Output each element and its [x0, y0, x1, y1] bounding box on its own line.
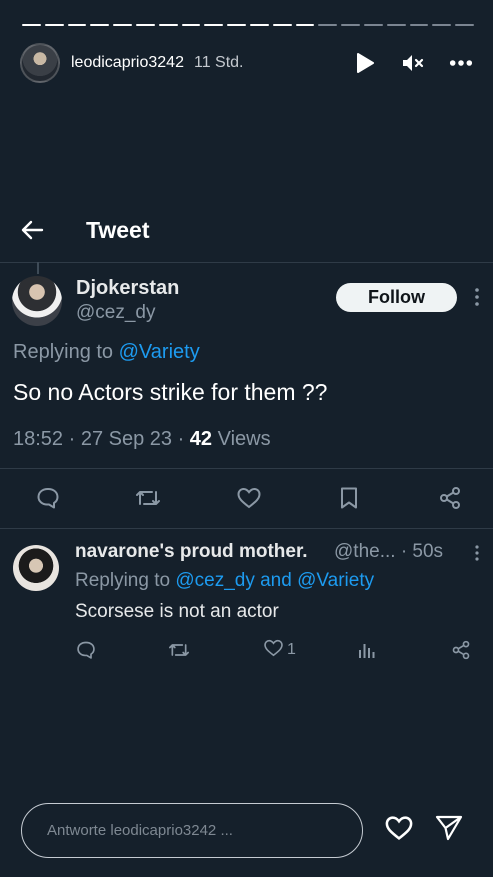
- reply-author-avatar[interactable]: [13, 545, 59, 591]
- reply-like-button[interactable]: 1: [263, 639, 296, 661]
- send-icon[interactable]: [433, 812, 465, 844]
- progress-segment: [67, 24, 87, 26]
- mute-icon[interactable]: [401, 51, 425, 75]
- reply-replying-prefix: Replying to: [75, 570, 171, 591]
- story-username[interactable]: leodicaprio3242: [71, 54, 184, 72]
- reply-replying-to: Replying to @cez_dy and @Variety: [75, 570, 374, 592]
- reply-share-icon[interactable]: [451, 639, 471, 661]
- bookmark-icon[interactable]: [335, 484, 363, 512]
- progress-segment: [455, 24, 474, 26]
- reply-reply-icon[interactable]: [76, 639, 96, 661]
- reply-text: Scorsese is not an actor: [75, 601, 279, 622]
- back-arrow-icon[interactable]: [20, 217, 46, 243]
- progress-segment: [272, 24, 292, 26]
- tweet-timestamp[interactable]: 18:52 · 27 Sep 23 ·: [13, 428, 190, 450]
- reply-replying-to-links[interactable]: @cez_dy and @Variety: [175, 570, 374, 591]
- story-timestamp: 11 Std.: [193, 54, 244, 71]
- reply-author-handle[interactable]: @the... · 50s: [334, 541, 443, 563]
- progress-segment: [318, 24, 338, 26]
- share-icon[interactable]: [436, 484, 464, 512]
- tweet-actions: [0, 484, 493, 514]
- author-name[interactable]: Djokerstan: [76, 277, 179, 300]
- heart-icon[interactable]: [383, 812, 415, 844]
- reply-like-count: 1: [287, 641, 296, 658]
- progress-segment: [227, 24, 246, 26]
- progress-segment: [158, 24, 178, 26]
- tweet-menu-icon[interactable]: [474, 287, 480, 307]
- progress-segment: [432, 24, 452, 26]
- progress-segment: [113, 24, 132, 26]
- replying-to: Replying to @Variety: [13, 341, 200, 364]
- reply-icon[interactable]: [34, 484, 62, 512]
- follow-button[interactable]: Follow: [336, 283, 457, 312]
- divider: [0, 468, 493, 469]
- progress-segment: [44, 24, 64, 26]
- progress-segment: [90, 24, 110, 26]
- replying-prefix: Replying to: [13, 341, 114, 363]
- progress-segment: [249, 24, 269, 26]
- views-count: 42: [189, 428, 213, 450]
- progress-segment: [341, 24, 360, 26]
- progress-segment: [204, 24, 224, 26]
- progress-segment: [409, 24, 429, 26]
- reply-menu-icon[interactable]: [474, 545, 480, 566]
- page-title: Tweet: [86, 216, 150, 243]
- reply-like-icon[interactable]: [263, 638, 284, 663]
- retweet-icon[interactable]: [134, 484, 162, 512]
- author-avatar[interactable]: [12, 276, 62, 326]
- divider: [0, 262, 493, 263]
- progress-segment: [135, 24, 155, 26]
- story-progress-bar: [22, 24, 474, 27]
- progress-segment: [386, 24, 406, 26]
- views-label: Views: [212, 428, 271, 450]
- tweet-topbar: Tweet: [20, 210, 493, 250]
- progress-segment: [295, 24, 315, 26]
- reply-author-name[interactable]: navarone's proud mother.: [75, 541, 308, 563]
- progress-segment: [181, 24, 201, 26]
- reply-input-placeholder: Antworte leodicaprio3242 ...: [47, 822, 233, 839]
- reply-analytics-icon[interactable]: [357, 639, 377, 661]
- thread-line: [37, 262, 39, 274]
- reply-retweet-icon[interactable]: [168, 639, 190, 661]
- story-reply-input[interactable]: Antworte leodicaprio3242 ...: [21, 803, 363, 858]
- story-avatar[interactable]: [20, 43, 60, 83]
- divider: [0, 528, 493, 529]
- tweet-meta: 18:52 · 27 Sep 23 · 42 Views: [13, 428, 271, 451]
- progress-segment: [22, 24, 41, 26]
- story-controls: [353, 51, 473, 75]
- more-options-icon[interactable]: [449, 51, 473, 75]
- tweet-text: So no Actors strike for them ??: [13, 379, 328, 405]
- author-handle[interactable]: @cez_dy: [76, 302, 156, 324]
- progress-segment: [363, 24, 383, 26]
- replying-to-link[interactable]: @Variety: [119, 341, 200, 363]
- like-icon[interactable]: [235, 484, 263, 512]
- play-icon[interactable]: [353, 51, 377, 75]
- story-header: leodicaprio3242 11 Std.: [20, 42, 473, 84]
